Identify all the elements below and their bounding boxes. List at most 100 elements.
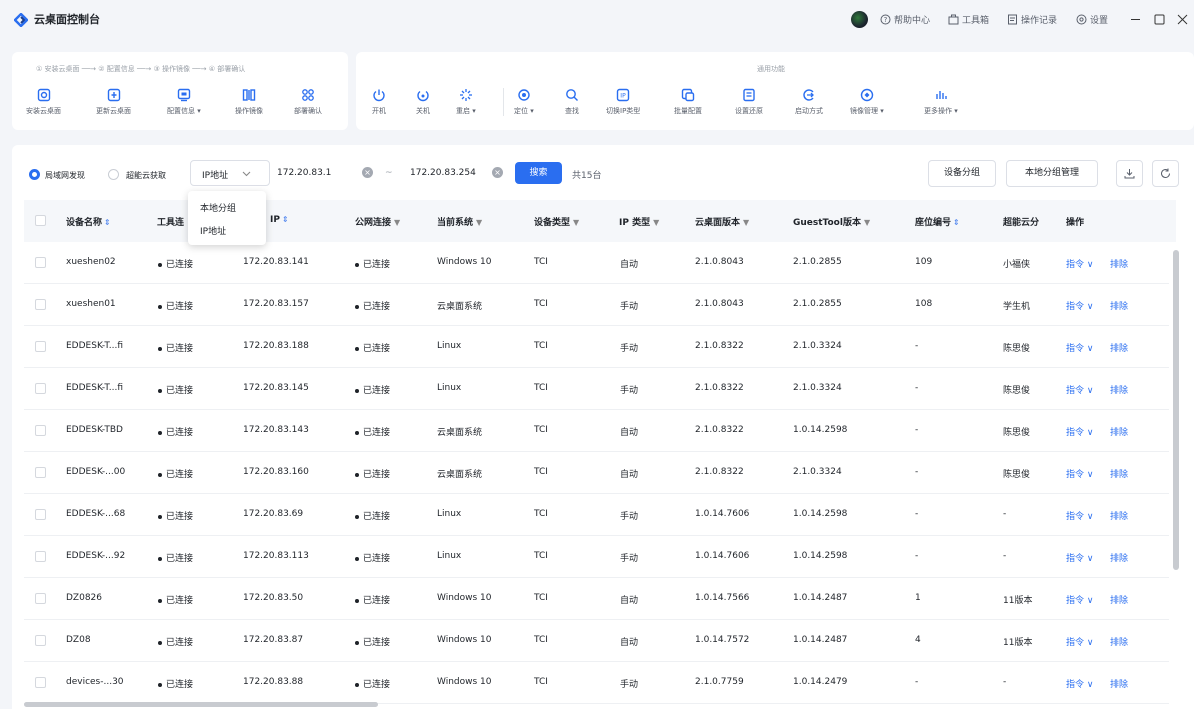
exclude-link[interactable]: 排除 [1110,509,1128,522]
power-on-button[interactable]: 开机 [372,88,386,116]
switch-ip-type-button[interactable]: IP 切换IP类型 [606,88,640,116]
select-all-checkbox[interactable] [35,215,46,226]
toolbox-link[interactable]: 工具箱 [948,13,989,26]
row-checkbox[interactable] [35,551,46,562]
cell-ip: 172.20.83.113 [243,551,309,561]
col-cloud-group[interactable]: 超能云分 [1003,215,1039,228]
exclude-link[interactable]: 排除 [1110,635,1128,648]
exclude-link[interactable]: 排除 [1110,593,1128,606]
exclude-link[interactable]: 排除 [1110,383,1128,396]
clear-ip-end-icon[interactable]: × [492,167,503,178]
table-row[interactable]: EDDESK-...00 已连接 172.20.83.160 已连接 云桌面系统 TCI 自… [24,452,1169,494]
command-dropdown-link[interactable]: 指令 ∨ [1066,425,1093,438]
row-checkbox[interactable] [35,383,46,394]
table-row[interactable]: EDDESK-...68 已连接 172.20.83.69 已连接 Linux TCI 手动… [24,494,1169,536]
col-ip[interactable]: IP ⇕ [270,215,289,225]
table-row[interactable]: EDDESK-T...fi 已连接 172.20.83.188 已连接 Linux TCI… [24,326,1169,368]
maximize-button[interactable] [1149,9,1169,29]
horizontal-scrollbar[interactable] [24,702,378,707]
operate-image-button[interactable]: 操作镜像 [235,88,263,116]
dropdown-option-ip-address[interactable]: IP地址 [200,224,226,237]
local-group-manage-button[interactable]: 本地分组管理 [1006,160,1098,187]
restore-icon [743,88,755,102]
table-row[interactable]: xueshen02 已连接 172.20.83.141 已连接 Windows 10 TC… [24,242,1169,284]
clear-ip-start-icon[interactable]: × [362,167,373,178]
row-checkbox[interactable] [35,593,46,604]
power-off-button[interactable]: 关机 [416,88,430,116]
command-dropdown-link[interactable]: 指令 ∨ [1066,509,1093,522]
exclude-link[interactable]: 排除 [1110,425,1128,438]
download-button[interactable] [1116,160,1143,187]
table-row[interactable]: EDDESK-...92 已连接 172.20.83.113 已连接 Linux TCI 手… [24,536,1169,578]
col-ip-type[interactable]: IP 类型 ▼ [619,215,659,228]
cell-os: Windows 10 [437,677,492,687]
command-dropdown-link[interactable]: 指令 ∨ [1066,341,1093,354]
radio-lan-discovery[interactable] [29,169,40,180]
restart-button[interactable]: 重启 ▾ [456,88,476,116]
settings-link[interactable]: 设置 [1076,13,1108,26]
command-dropdown-link[interactable]: 指令 ∨ [1066,383,1093,396]
command-dropdown-link[interactable]: 指令 ∨ [1066,677,1093,690]
row-checkbox[interactable] [35,257,46,268]
exclude-link[interactable]: 排除 [1110,467,1128,480]
command-dropdown-link[interactable]: 指令 ∨ [1066,593,1093,606]
boot-mode-button[interactable]: 启动方式 [795,88,823,116]
minimize-button[interactable] [1125,9,1145,29]
col-seat-number[interactable]: 座位编号 ⇕ [915,215,960,228]
col-desktop-version[interactable]: 云桌面版本 ▼ [695,215,749,228]
col-public-connection[interactable]: 公网连接 ▼ [355,215,400,228]
dropdown-option-local-group[interactable]: 本地分组 [200,201,236,214]
row-checkbox[interactable] [35,467,46,478]
col-current-system[interactable]: 当前系统 ▼ [437,215,482,228]
update-desktop-button[interactable]: 更新云桌面 [96,88,131,116]
radio-cloud-fetch[interactable] [108,169,119,180]
ip-end-input[interactable]: 172.20.83.254 [410,168,476,194]
vertical-scrollbar[interactable] [1173,250,1179,570]
search-button[interactable]: 搜索 [515,162,562,184]
row-checkbox[interactable] [35,425,46,436]
command-dropdown-link[interactable]: 指令 ∨ [1066,635,1093,648]
batch-config-button[interactable]: 批量配置 [674,88,702,116]
col-tool-connection[interactable]: 工具连 [157,215,184,228]
help-center-link[interactable]: ? 帮助中心 [880,13,930,26]
find-button[interactable]: 查找 [565,88,579,116]
table-row[interactable]: DZ08 已连接 172.20.83.87 已连接 Windows 10 TCI 自动 1.0… [24,620,1169,662]
exclude-link[interactable]: 排除 [1110,551,1128,564]
command-dropdown-link[interactable]: 指令 ∨ [1066,467,1093,480]
avatar[interactable] [851,11,868,28]
exclude-link[interactable]: 排除 [1110,257,1128,270]
row-checkbox[interactable] [35,299,46,310]
exclude-link[interactable]: 排除 [1110,341,1128,354]
table-row[interactable]: DZ0826 已连接 172.20.83.50 已连接 Windows 10 TCI 自动 1… [24,578,1169,620]
table-row[interactable]: EDDESK-TBD 已连接 172.20.83.143 已连接 云桌面系统 TCI 自动 2… [24,410,1169,452]
image-management-button[interactable]: 镜像管理 ▾ [850,88,884,116]
row-checkbox[interactable] [35,341,46,352]
col-guesttool-version[interactable]: GuestTool版本 ▼ [793,215,870,228]
more-operations-button[interactable]: 更多操作 ▾ [924,88,958,116]
refresh-button[interactable] [1152,160,1179,187]
exclude-link[interactable]: 排除 [1110,677,1128,690]
table-row[interactable]: EDDESK-T...fi 已连接 172.20.83.145 已连接 Linux TCI… [24,368,1169,410]
command-dropdown-link[interactable]: 指令 ∨ [1066,257,1093,270]
command-dropdown-link[interactable]: 指令 ∨ [1066,551,1093,564]
locate-button[interactable]: 定位 ▾ [514,88,534,116]
row-checkbox[interactable] [35,509,46,520]
deploy-confirm-button[interactable]: 部署确认 [294,88,322,116]
cell-seat: - [915,383,919,393]
col-device-type[interactable]: 设备类型 ▼ [534,215,579,228]
exclude-link[interactable]: 排除 [1110,299,1128,312]
config-info-button[interactable]: 配置信息 ▾ [167,88,201,116]
col-device-name[interactable]: 设备名称 ⇕ [66,215,111,228]
close-button[interactable] [1172,9,1192,29]
restore-settings-button[interactable]: 设置还原 [735,88,763,116]
table-row[interactable]: devices-...30 已连接 172.20.83.88 已连接 Windows 1… [24,662,1169,704]
operation-log-link[interactable]: 操作记录 [1007,13,1057,26]
command-dropdown-link[interactable]: 指令 ∨ [1066,299,1093,312]
install-desktop-button[interactable]: 安装云桌面 [26,88,61,116]
row-checkbox[interactable] [35,677,46,688]
row-checkbox[interactable] [35,635,46,646]
device-group-button[interactable]: 设备分组 [928,160,996,187]
table-row[interactable]: xueshen01 已连接 172.20.83.157 已连接 云桌面系统 TCI 手动 2.… [24,284,1169,326]
ip-start-input[interactable]: 172.20.83.1 [277,168,331,194]
locate-label: 定位 ▾ [514,107,534,115]
